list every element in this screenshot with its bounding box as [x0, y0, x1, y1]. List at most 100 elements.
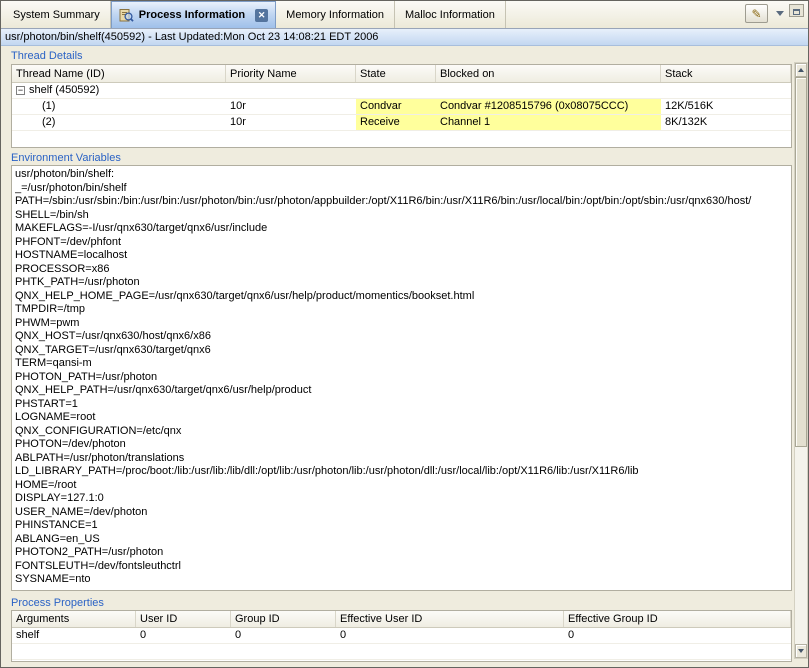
- env-line: USER_NAME=/dev/photon: [15, 506, 789, 520]
- process-properties-table: Arguments User ID Group ID Effective Use…: [11, 610, 792, 662]
- maximize-button[interactable]: [789, 4, 804, 17]
- thread-stack-cell: 8K/132K: [661, 115, 791, 131]
- arguments-cell: [12, 644, 136, 660]
- effective-user-id-cell: 0: [336, 628, 564, 644]
- env-line: PHINSTANCE=1: [15, 519, 789, 533]
- env-line: ABLPATH=/usr/photon/translations: [15, 452, 789, 466]
- arguments-cell: shelf: [12, 628, 136, 644]
- env-line: LD_LIBRARY_PATH=/proc/boot:/lib:/usr/lib…: [15, 465, 789, 479]
- tree-collapse-icon[interactable]: −: [16, 86, 25, 95]
- env-line: QNX_HOST=/usr/qnx630/host/qnx6/x86: [15, 330, 789, 344]
- env-line: DISPLAY=127.1:0: [15, 492, 789, 506]
- thread-blocked-cell: Condvar #1208515796 (0x08075CCC): [436, 99, 661, 115]
- thread-name-cell: − shelf (450592): [12, 83, 226, 99]
- column-header[interactable]: User ID: [136, 611, 231, 627]
- env-line: TERM=qansi-m: [15, 357, 789, 371]
- process-properties-title: Process Properties: [11, 597, 104, 609]
- env-line: SHELL=/bin/sh: [15, 209, 789, 223]
- thread-state-cell: [356, 83, 436, 99]
- thread-blocked-cell: Channel 1: [436, 115, 661, 131]
- tab-label: Malloc Information: [405, 9, 495, 21]
- log-edit-button[interactable]: ✎: [745, 4, 768, 23]
- tab-strip: System Summary Process Information ✕ Mem…: [3, 1, 506, 28]
- environment-text: usr/photon/bin/shelf:_=/usr/photon/bin/s…: [15, 168, 789, 587]
- thread-row-parent[interactable]: − shelf (450592): [12, 83, 791, 99]
- thread-name: shelf (450592): [29, 83, 99, 98]
- close-tab-icon[interactable]: ✕: [255, 9, 268, 22]
- properties-table-header: Arguments User ID Group ID Effective Use…: [12, 611, 791, 628]
- env-line: FONTSLEUTH=/dev/fontsleuthctrl: [15, 560, 789, 574]
- thread-row-1[interactable]: (1) 10r Condvar Condvar #1208515796 (0x0…: [12, 99, 791, 115]
- tab-bar: System Summary Process Information ✕ Mem…: [1, 1, 808, 29]
- column-header[interactable]: Priority Name: [226, 65, 356, 82]
- environment-variables-box[interactable]: usr/photon/bin/shelf:_=/usr/photon/bin/s…: [11, 165, 792, 591]
- column-header[interactable]: Arguments: [12, 611, 136, 627]
- env-line: ABLANG=en_US: [15, 533, 789, 547]
- effective-group-id-cell: 0: [564, 628, 791, 644]
- process-information-icon: [119, 8, 134, 23]
- process-title-bar: usr/photon/bin/shelf(450592) - Last Upda…: [1, 29, 808, 46]
- arrow-up-icon: [798, 68, 804, 72]
- thread-priority-cell: [226, 83, 356, 99]
- env-line: QNX_HELP_HOME_PAGE=/usr/qnx630/target/qn…: [15, 290, 789, 304]
- thread-name-cell: (1): [12, 99, 226, 115]
- env-line: HOME=/root: [15, 479, 789, 493]
- group-id-cell: 0: [231, 628, 336, 644]
- env-line: PATH=/sbin:/usr/sbin:/bin:/usr/bin:/usr/…: [15, 195, 789, 209]
- env-line: _=/usr/photon/bin/shelf: [15, 182, 789, 196]
- env-line: HOSTNAME=localhost: [15, 249, 789, 263]
- thread-priority-cell: 10r: [226, 115, 356, 131]
- group-id-cell: [231, 644, 336, 660]
- process-title: usr/photon/bin/shelf(450592) - Last Upda…: [5, 31, 378, 43]
- column-header[interactable]: Thread Name (ID): [12, 65, 226, 82]
- properties-row[interactable]: shelf 0 0 0 0: [12, 628, 791, 644]
- view-menu-arrow-icon[interactable]: [776, 11, 784, 16]
- scrollbar-down-button[interactable]: [795, 644, 807, 658]
- env-line: LOGNAME=root: [15, 411, 789, 425]
- process-information-view: System Summary Process Information ✕ Mem…: [0, 0, 809, 668]
- thread-row-2[interactable]: (2) 10r Receive Channel 1 8K/132K: [12, 115, 791, 131]
- column-header[interactable]: Effective Group ID: [564, 611, 791, 627]
- column-header[interactable]: Effective User ID: [336, 611, 564, 627]
- env-line: PHWM=pwm: [15, 317, 789, 331]
- thread-details-table: Thread Name (ID) Priority Name State Blo…: [11, 64, 792, 148]
- column-header[interactable]: Group ID: [231, 611, 336, 627]
- env-line: QNX_CONFIGURATION=/etc/qnx: [15, 425, 789, 439]
- scrollbar-thumb[interactable]: [795, 77, 807, 447]
- thread-stack-cell: 12K/516K: [661, 99, 791, 115]
- env-line: PHOTON_PATH=/usr/photon: [15, 371, 789, 385]
- tab-memory-information[interactable]: Memory Information: [276, 1, 395, 28]
- thread-state-cell: Receive: [356, 115, 436, 131]
- tab-system-summary[interactable]: System Summary: [3, 1, 111, 28]
- env-line: PHSTART=1: [15, 398, 789, 412]
- thread-stack-cell: [661, 83, 791, 99]
- tab-label: System Summary: [13, 9, 100, 21]
- scrollbar-up-button[interactable]: [795, 63, 807, 77]
- thread-name-cell: (2): [12, 115, 226, 131]
- env-line: PHFONT=/dev/phfont: [15, 236, 789, 250]
- column-header[interactable]: Stack: [661, 65, 791, 82]
- arrow-down-icon: [798, 649, 804, 653]
- thread-details-title: Thread Details: [11, 50, 83, 62]
- column-header[interactable]: Blocked on: [436, 65, 661, 82]
- thread-blocked-cell: [436, 83, 661, 99]
- main-scrollbar[interactable]: [794, 62, 808, 659]
- env-line: MAKEFLAGS=-I/usr/qnx630/target/qnx6/usr/…: [15, 222, 789, 236]
- tab-malloc-information[interactable]: Malloc Information: [395, 1, 506, 28]
- effective-group-id-cell: [564, 644, 791, 660]
- env-line: QNX_TARGET=/usr/qnx630/target/qnx6: [15, 344, 789, 358]
- env-line: usr/photon/bin/shelf:: [15, 168, 789, 182]
- maximize-icon: [793, 9, 800, 15]
- column-header[interactable]: State: [356, 65, 436, 82]
- env-line: PROCESSOR=x86: [15, 263, 789, 277]
- tab-process-information[interactable]: Process Information ✕: [111, 1, 276, 28]
- env-line: PHOTON=/dev/photon: [15, 438, 789, 452]
- thread-table-header: Thread Name (ID) Priority Name State Blo…: [12, 65, 791, 83]
- thread-priority-cell: 10r: [226, 99, 356, 115]
- environment-variables-title: Environment Variables: [11, 152, 121, 164]
- thread-name: (2): [42, 115, 55, 130]
- user-id-cell: 0: [136, 628, 231, 644]
- env-line: PHOTON2_PATH=/usr/photon: [15, 546, 789, 560]
- properties-row[interactable]: [12, 644, 791, 660]
- tab-label: Process Information: [139, 9, 245, 21]
